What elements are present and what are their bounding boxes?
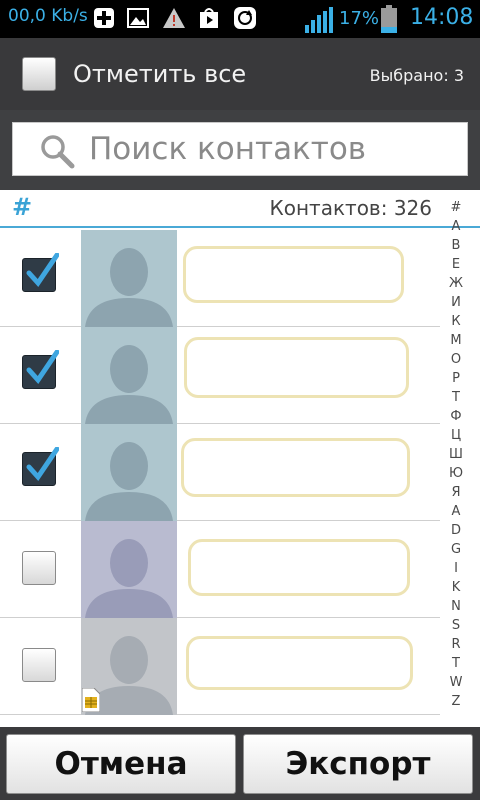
contact-name-field — [183, 246, 404, 303]
index-letter[interactable]: О — [440, 352, 472, 367]
contact-row[interactable] — [0, 618, 440, 715]
contact-checkbox[interactable] — [22, 447, 59, 486]
export-button[interactable]: Экспорт — [243, 734, 473, 794]
index-letter[interactable]: Ц — [440, 428, 472, 443]
index-letter[interactable]: T — [440, 656, 472, 671]
contact-avatar — [81, 521, 177, 618]
index-letter[interactable]: I — [440, 561, 472, 576]
section-letter: # — [12, 193, 33, 221]
index-letter[interactable]: Ю — [440, 466, 472, 481]
index-letter[interactable]: Z — [440, 694, 472, 709]
contact-checkbox[interactable] — [22, 350, 59, 389]
index-letter[interactable]: # — [440, 200, 472, 215]
sim-card-icon — [82, 688, 100, 712]
alphabet-index[interactable]: # A B E Ж И К М О Р Т Ф Ц Ш Ю Я A D G I … — [440, 200, 472, 715]
select-all-label[interactable]: Отметить все — [73, 60, 246, 88]
battery-icon — [381, 5, 397, 33]
status-bar: 00,0 Kb/s 17% 14:08 — [0, 0, 480, 38]
contact-checkbox[interactable] — [22, 551, 56, 585]
index-letter[interactable]: И — [440, 295, 472, 310]
cancel-button[interactable]: Отмена — [6, 734, 236, 794]
person-silhouette-icon — [85, 539, 173, 618]
index-letter[interactable]: G — [440, 542, 472, 557]
checkmark-icon — [26, 350, 59, 385]
index-letter[interactable]: К — [440, 314, 472, 329]
contact-row[interactable] — [0, 230, 440, 327]
action-header: Отметить все Выбрано: 3 — [0, 38, 480, 110]
contact-checkbox[interactable] — [22, 253, 59, 292]
section-header: # Контактов: 326 — [0, 190, 480, 228]
search-icon — [41, 135, 75, 169]
index-letter[interactable]: М — [440, 333, 472, 348]
play-store-icon — [200, 8, 218, 28]
contact-row[interactable] — [0, 424, 440, 521]
checkmark-icon — [26, 253, 59, 288]
contact-avatar — [81, 424, 177, 521]
index-letter[interactable]: Я — [440, 485, 472, 500]
person-silhouette-icon — [85, 248, 173, 327]
contact-checkbox[interactable] — [22, 648, 56, 682]
selected-count: Выбрано: 3 — [369, 66, 464, 85]
index-letter[interactable]: E — [440, 257, 472, 272]
add-box-icon — [94, 8, 114, 28]
checkmark-icon — [26, 447, 59, 482]
person-silhouette-icon — [85, 345, 173, 424]
search-input[interactable] — [89, 131, 459, 167]
contact-name-field — [186, 636, 413, 690]
index-letter[interactable]: K — [440, 580, 472, 595]
contact-row[interactable] — [0, 327, 440, 424]
image-icon — [127, 8, 149, 28]
warning-icon — [163, 8, 185, 28]
contact-name-field — [181, 438, 410, 497]
bottom-button-bar: Отмена Экспорт — [0, 727, 480, 800]
contact-row[interactable] — [0, 521, 440, 618]
index-letter[interactable]: Ж — [440, 276, 472, 291]
signal-icon — [305, 7, 333, 33]
search-bar — [0, 110, 480, 190]
index-letter[interactable]: R — [440, 637, 472, 652]
index-letter[interactable]: Р — [440, 371, 472, 386]
person-silhouette-icon — [85, 442, 173, 521]
search-box[interactable] — [12, 122, 468, 176]
index-letter[interactable]: A — [440, 504, 472, 519]
clock: 14:08 — [410, 5, 474, 30]
contact-name-field — [184, 337, 409, 398]
index-letter[interactable]: D — [440, 523, 472, 538]
index-letter[interactable]: Ф — [440, 409, 472, 424]
contact-avatar — [81, 230, 177, 327]
contact-avatar — [81, 327, 177, 424]
index-letter[interactable]: B — [440, 238, 472, 253]
select-all-checkbox[interactable] — [22, 57, 56, 91]
contact-name-field — [188, 539, 410, 596]
contacts-count: Контактов: 326 — [269, 196, 432, 220]
index-letter[interactable]: W — [440, 675, 472, 690]
index-letter[interactable]: A — [440, 219, 472, 234]
sync-icon — [234, 7, 256, 29]
index-letter[interactable]: Т — [440, 390, 472, 405]
network-speed: 00,0 Kb/s — [8, 6, 88, 26]
battery-percent: 17% — [339, 8, 380, 29]
index-letter[interactable]: N — [440, 599, 472, 614]
index-letter[interactable]: S — [440, 618, 472, 633]
index-letter[interactable]: Ш — [440, 447, 472, 462]
